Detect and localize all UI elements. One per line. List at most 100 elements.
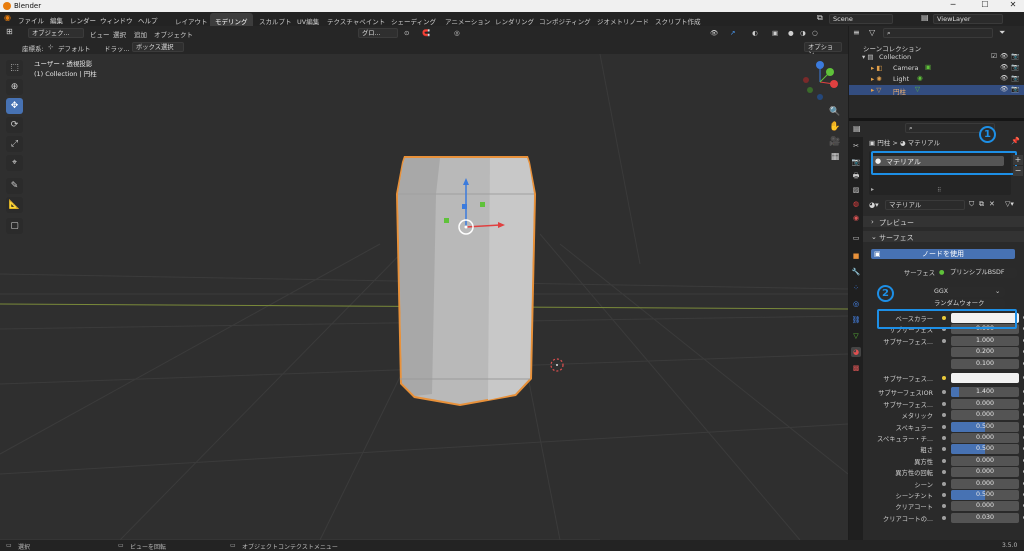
pivot-icon[interactable]: ⊙ xyxy=(404,29,409,37)
minimize-button[interactable]: ─ xyxy=(942,0,964,12)
number-field[interactable]: 0.500 xyxy=(951,490,1019,500)
tool-tab-icon[interactable]: ✂ xyxy=(851,141,861,151)
pan-hand-icon[interactable]: ✋ xyxy=(829,121,841,133)
constraints-tab-icon[interactable]: ⛓ xyxy=(851,315,861,325)
render-camera-icon[interactable]: 📷 xyxy=(1011,85,1019,93)
3d-viewport[interactable]: ⬚ ⊕ ✥ ⟳ ⤢ ⌖ ✎ 📐 ▢ ユーザー・透視投影 (1) Collecti… xyxy=(0,54,848,540)
outliner-editor-icon[interactable]: ≡ xyxy=(853,28,860,37)
menu-select[interactable]: 選択 xyxy=(113,29,126,39)
outliner-item-cylinder[interactable]: ▸ ▽ 円柱 ▽ 👁 📷 xyxy=(849,85,1024,96)
eye-icon[interactable]: 👁 xyxy=(1000,63,1008,71)
menu-render[interactable]: レンダー xyxy=(70,15,96,25)
menu-help[interactable]: ヘルプ xyxy=(138,15,158,25)
number-field[interactable]: 0.000 xyxy=(951,501,1019,511)
workspace-tab[interactable]: テクスチャペイント xyxy=(322,13,390,26)
outliner-item-camera[interactable]: ▸ ◧ Camera ▣ 👁 📷 xyxy=(849,63,1024,73)
menu-object[interactable]: オブジェクト xyxy=(154,29,193,39)
node-tree-icon[interactable]: ▽▾ xyxy=(1005,200,1014,208)
move-tool-icon[interactable]: ✥ xyxy=(6,98,23,114)
number-field[interactable]: 1.000 xyxy=(951,336,1019,346)
transform-orientation-dropdown[interactable]: グロ... xyxy=(358,28,398,38)
workspace-tab[interactable]: コンポジティング xyxy=(534,13,596,26)
surface-shader-dropdown[interactable]: プリンシプルBSDF xyxy=(947,268,1017,278)
modifier-tab-icon[interactable]: 🔧 xyxy=(851,267,861,277)
editor-type-icon[interactable]: ⊞ xyxy=(6,27,13,36)
eye-icon[interactable]: 👁 xyxy=(1000,74,1008,82)
measure-tool-icon[interactable]: 📐 xyxy=(6,197,23,213)
proportional-edit-icon[interactable]: ◎ xyxy=(454,29,460,37)
menu-window[interactable]: ウィンドウ xyxy=(100,15,133,25)
material-tab-icon[interactable]: ◕ xyxy=(851,347,861,357)
workspace-tab[interactable]: レンダリング xyxy=(490,13,539,26)
scene-field[interactable]: Scene xyxy=(829,14,893,24)
output-tab-icon[interactable]: 🖶 xyxy=(851,171,861,181)
number-field[interactable]: 0.500 xyxy=(951,422,1019,432)
ortho-grid-icon[interactable]: ▦ xyxy=(829,151,841,163)
duplicate-icon[interactable]: ⧉ xyxy=(979,200,984,209)
workspace-tab[interactable]: スカルプト xyxy=(254,13,297,26)
workspace-tab[interactable]: ジオメトリノード xyxy=(592,13,654,26)
number-field[interactable]: 0.000 xyxy=(951,479,1019,489)
material-name-field[interactable]: マテリアル xyxy=(885,200,965,210)
mode-dropdown[interactable]: オブジェク... xyxy=(28,28,84,38)
viewlayer-field[interactable]: ViewLayer xyxy=(933,14,1003,24)
shading-solid-icon[interactable]: ● xyxy=(788,29,794,37)
subsurface-method-dropdown[interactable]: ランダムウォーク xyxy=(931,299,1005,309)
number-field[interactable]: 0.000 xyxy=(951,456,1019,466)
select-mode-dropdown[interactable]: ボックス選択 xyxy=(132,42,184,52)
texture-tab-icon[interactable]: ▩ xyxy=(851,363,861,373)
number-field[interactable]: 0.000 xyxy=(951,410,1019,420)
workspace-tab[interactable]: UV編集 xyxy=(292,13,324,26)
resize-handle-icon[interactable]: ⠿ xyxy=(937,187,941,194)
world-tab-icon[interactable]: ◉ xyxy=(851,213,861,223)
eye-icon[interactable]: 👁 xyxy=(1000,85,1008,93)
number-field[interactable]: 0.000 xyxy=(951,467,1019,477)
data-tab-icon[interactable]: ▽ xyxy=(851,331,861,341)
menu-view[interactable]: ビュー xyxy=(90,29,110,39)
filter-icon[interactable]: ▽ xyxy=(869,28,875,37)
slot-list-menu-icon[interactable]: ▸ xyxy=(871,186,874,193)
outliner-search-input[interactable]: ⌕ xyxy=(883,28,993,38)
surface-panel-header[interactable]: ⌄ サーフェス xyxy=(863,231,1024,242)
overlay-toggle-icon[interactable]: ◐ xyxy=(752,29,758,37)
scale-tool-icon[interactable]: ⤢ xyxy=(6,136,23,152)
physics-tab-icon[interactable]: ◎ xyxy=(851,299,861,309)
number-field[interactable]: 0.200 xyxy=(951,347,1019,357)
workspace-tab[interactable]: スクリプト作成 xyxy=(650,13,706,26)
transform-tool-icon[interactable]: ⌖ xyxy=(6,155,23,171)
menu-edit[interactable]: 編集 xyxy=(50,15,63,25)
distribution-dropdown[interactable]: GGX xyxy=(931,287,1005,297)
shading-rendered-icon[interactable]: ○ xyxy=(812,29,818,37)
render-tab-icon[interactable]: 📷 xyxy=(851,157,861,167)
shading-material-icon[interactable]: ◑ xyxy=(800,29,806,37)
select-tool-icon[interactable]: ⬚ xyxy=(6,60,23,76)
number-field[interactable]: 1.400 xyxy=(951,387,1019,397)
xray-icon[interactable]: ▣ xyxy=(772,29,778,37)
view-layer-tab-icon[interactable]: ▨ xyxy=(851,185,861,195)
cursor-tool-icon[interactable]: ⊕ xyxy=(6,79,23,95)
outliner-filter-icon[interactable]: ⏷ xyxy=(999,28,1005,38)
color-swatch[interactable] xyxy=(951,373,1019,383)
annotate-tool-icon[interactable]: ✎ xyxy=(6,178,23,194)
number-field[interactable]: 0.000 xyxy=(951,399,1019,409)
blender-menu-icon[interactable]: ◉ xyxy=(4,13,11,22)
use-nodes-button[interactable]: ▣ ノードを使用 xyxy=(871,249,1015,259)
workspace-tab[interactable]: シェーディング xyxy=(386,13,441,26)
render-camera-icon[interactable]: 📷 xyxy=(1011,63,1019,71)
unlink-icon[interactable]: ✕ xyxy=(989,200,995,208)
properties-editor-icon[interactable]: ▤ xyxy=(853,124,861,133)
workspace-tab[interactable]: モデリング xyxy=(210,13,253,26)
number-field[interactable]: 0.030 xyxy=(951,513,1019,523)
options-dropdown[interactable]: オプション xyxy=(804,42,842,58)
remove-slot-button[interactable]: − xyxy=(1013,166,1023,176)
particles-tab-icon[interactable]: ⁘ xyxy=(851,283,861,293)
outliner-item-collection[interactable]: ▾ ▤ Collection ☑ 👁 📷 xyxy=(849,52,1024,62)
render-camera-icon[interactable]: 📷 xyxy=(1011,52,1019,60)
workspace-tab[interactable]: レイアウト xyxy=(170,13,213,26)
maximize-button[interactable]: ☐ xyxy=(974,0,996,12)
menu-add[interactable]: 追加 xyxy=(134,29,147,39)
pin-icon[interactable]: 📌 xyxy=(1011,137,1020,145)
number-field[interactable]: 0.000 xyxy=(951,433,1019,443)
gizmo-toggle-icon[interactable]: ↗ xyxy=(730,29,735,37)
navigation-gizmo[interactable] xyxy=(800,58,844,106)
